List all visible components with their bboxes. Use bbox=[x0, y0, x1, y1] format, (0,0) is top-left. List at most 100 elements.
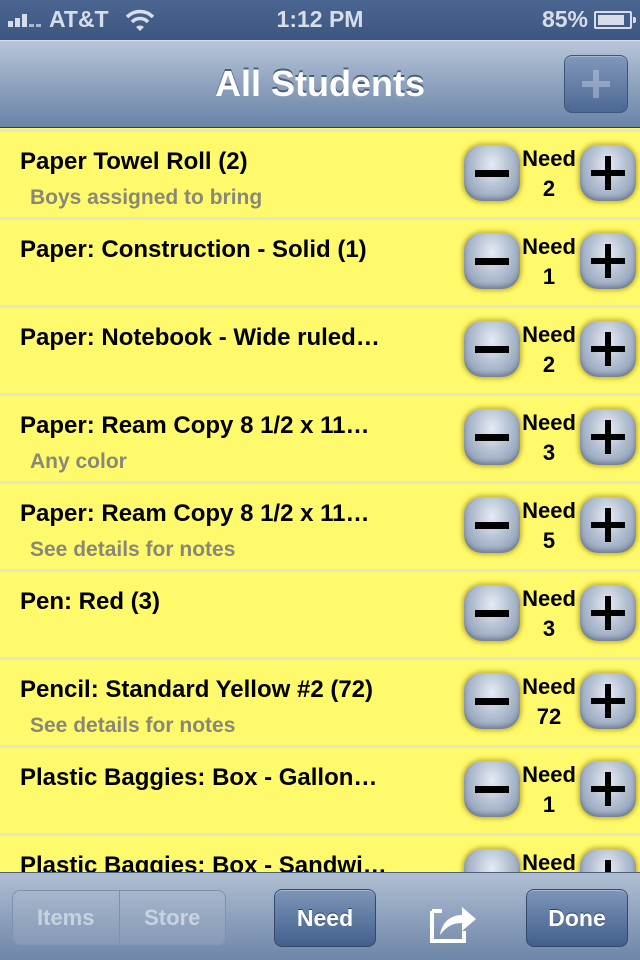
view-segmented-control[interactable]: Items Store bbox=[12, 890, 226, 946]
decrement-button[interactable] bbox=[464, 233, 520, 289]
list-item[interactable]: Paper: Notebook - Wide ruled… Need 2 bbox=[0, 305, 640, 393]
need-stepper: Need 1 bbox=[462, 761, 640, 821]
segment-items[interactable]: Items bbox=[13, 891, 119, 945]
need-label: Need bbox=[522, 850, 576, 872]
battery-group: 85% bbox=[541, 6, 636, 33]
share-icon[interactable] bbox=[428, 899, 480, 943]
item-title: Plastic Baggies: Box - Sandwi… bbox=[20, 852, 387, 872]
battery-icon bbox=[594, 10, 636, 29]
decrement-button[interactable] bbox=[464, 673, 520, 729]
item-title: Paper Towel Roll (2) bbox=[20, 148, 248, 175]
item-title: Paper: Ream Copy 8 1/2 x 11… bbox=[20, 412, 370, 439]
item-title: Pen: Red (3) bbox=[20, 588, 161, 615]
need-stepper: Need 72 bbox=[462, 673, 640, 733]
list-item[interactable]: Paper: Ream Copy 8 1/2 x 11… See details … bbox=[0, 481, 640, 569]
list-item[interactable]: Paper: Ream Copy 8 1/2 x 11… Any color Nee… bbox=[0, 393, 640, 481]
need-stepper: Need bbox=[462, 849, 640, 872]
increment-button[interactable] bbox=[580, 145, 636, 201]
decrement-button[interactable] bbox=[464, 585, 520, 641]
plus-icon bbox=[591, 860, 625, 872]
page-title: All Students bbox=[214, 63, 425, 104]
item-subtitle: See details for notes bbox=[30, 714, 236, 737]
decrement-button[interactable] bbox=[464, 321, 520, 377]
decrement-button[interactable] bbox=[464, 849, 520, 872]
bottom-toolbar: Items Store Need Done bbox=[0, 872, 640, 960]
decrement-button[interactable] bbox=[464, 497, 520, 553]
item-subtitle: Boys assigned to bring bbox=[30, 186, 263, 209]
need-button[interactable]: Need bbox=[274, 889, 376, 947]
minus-icon bbox=[475, 433, 509, 441]
need-value: 2 bbox=[542, 176, 556, 201]
need-label: Need bbox=[522, 146, 576, 171]
done-button[interactable]: Done bbox=[526, 889, 628, 947]
need-value: 2 bbox=[542, 352, 556, 377]
increment-button[interactable] bbox=[580, 761, 636, 817]
increment-button[interactable] bbox=[580, 233, 636, 289]
need-label: Need bbox=[522, 410, 576, 435]
item-title: Paper: Ream Copy 8 1/2 x 11… bbox=[20, 500, 370, 527]
item-title: Paper: Notebook - Wide ruled… bbox=[20, 324, 380, 351]
need-stepper: Need 2 bbox=[462, 321, 640, 381]
battery-percent: 85% bbox=[541, 6, 588, 32]
increment-button[interactable] bbox=[580, 409, 636, 465]
need-value: 1 bbox=[542, 264, 556, 289]
minus-icon bbox=[475, 697, 509, 705]
need-label: Need bbox=[522, 498, 576, 523]
plus-icon bbox=[582, 70, 610, 98]
decrement-button[interactable] bbox=[464, 761, 520, 817]
status-bar: AT&T 1:12 PM 85% bbox=[0, 0, 640, 40]
list-item[interactable]: Plastic Baggies: Box - Sandwi… Need bbox=[0, 833, 640, 872]
need-value: 3 bbox=[542, 616, 556, 641]
need-label: Need bbox=[522, 674, 576, 699]
item-title: Paper: Construction - Solid (1) bbox=[20, 236, 367, 263]
plus-icon bbox=[591, 332, 625, 366]
list-item[interactable]: Pen: Red (3) Need 3 bbox=[0, 569, 640, 657]
need-label: Need bbox=[522, 762, 576, 787]
item-subtitle: See details for notes bbox=[30, 538, 236, 561]
battery-fill bbox=[598, 14, 624, 25]
minus-icon bbox=[475, 169, 509, 177]
plus-icon bbox=[591, 596, 625, 630]
minus-icon bbox=[475, 521, 509, 529]
item-subtitle: Any color bbox=[30, 450, 127, 473]
plus-icon bbox=[591, 420, 625, 454]
plus-icon bbox=[591, 156, 625, 190]
decrement-button[interactable] bbox=[464, 409, 520, 465]
item-title: Plastic Baggies: Box - Gallon… bbox=[20, 764, 378, 791]
need-stepper: Need 3 bbox=[462, 409, 640, 469]
segment-store[interactable]: Store bbox=[118, 891, 226, 945]
need-value: 3 bbox=[542, 440, 556, 465]
need-label: Need bbox=[522, 322, 576, 347]
list-item[interactable]: Paper: Construction - Solid (1) Need 1 bbox=[0, 217, 640, 305]
increment-button[interactable] bbox=[580, 585, 636, 641]
minus-icon bbox=[475, 257, 509, 265]
increment-button[interactable] bbox=[580, 673, 636, 729]
items-list[interactable]: Paper Towel Roll (2) Boys assigned to bri… bbox=[0, 129, 640, 872]
add-button[interactable] bbox=[564, 55, 628, 113]
item-title: Pencil: Standard Yellow #2 (72) bbox=[20, 676, 374, 703]
nav-bar: All Students bbox=[0, 40, 640, 128]
need-stepper: Need 1 bbox=[462, 233, 640, 293]
minus-icon bbox=[475, 345, 509, 353]
need-value: 72 bbox=[536, 704, 562, 729]
need-stepper: Need 5 bbox=[462, 497, 640, 557]
plus-icon bbox=[591, 772, 625, 806]
list-item[interactable]: Pencil: Standard Yellow #2 (72) See detai… bbox=[0, 657, 640, 745]
increment-button[interactable] bbox=[580, 497, 636, 553]
minus-icon bbox=[475, 609, 509, 617]
list-item[interactable]: Paper Towel Roll (2) Boys assigned to bri… bbox=[0, 129, 640, 217]
need-value: 1 bbox=[542, 792, 556, 817]
list-item[interactable]: Plastic Baggies: Box - Gallon… Need 1 bbox=[0, 745, 640, 833]
increment-button[interactable] bbox=[580, 321, 636, 377]
need-label: Need bbox=[522, 234, 576, 259]
increment-button[interactable] bbox=[580, 849, 636, 872]
need-value: 5 bbox=[542, 528, 556, 553]
plus-icon bbox=[591, 244, 625, 278]
need-label: Need bbox=[522, 586, 576, 611]
need-stepper: Need 3 bbox=[462, 585, 640, 645]
minus-icon bbox=[475, 785, 509, 793]
plus-icon bbox=[591, 508, 625, 542]
plus-icon bbox=[591, 684, 625, 718]
decrement-button[interactable] bbox=[464, 145, 520, 201]
need-stepper: Need 2 bbox=[462, 145, 640, 205]
